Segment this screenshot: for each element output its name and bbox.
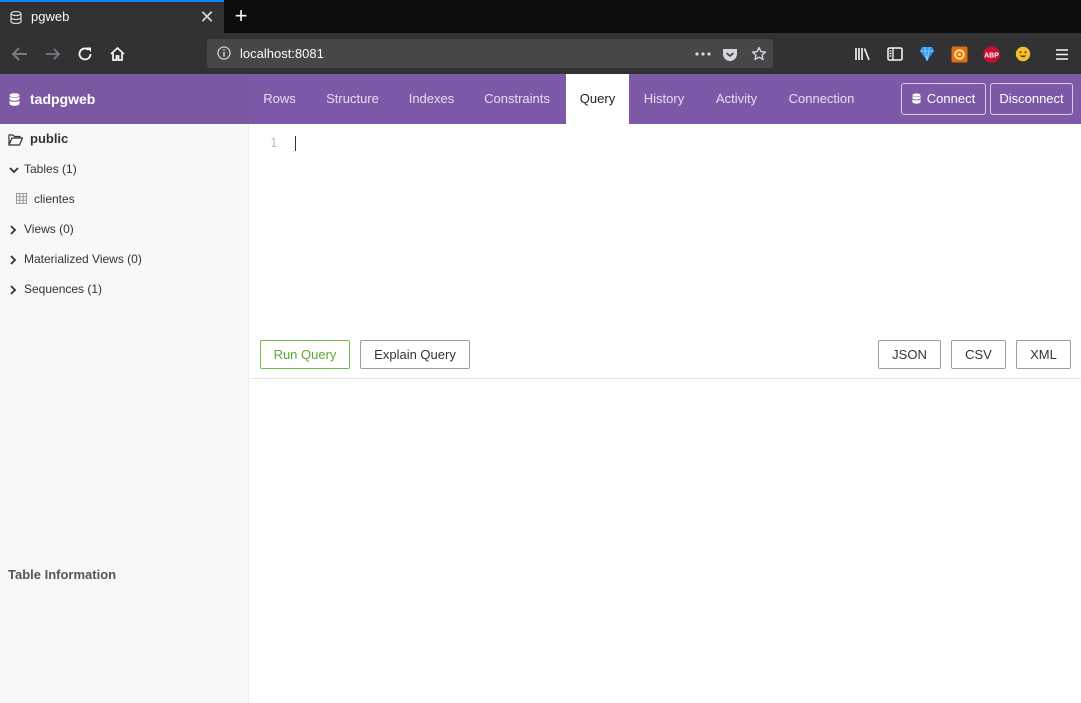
bookmark-star-icon[interactable]	[750, 45, 768, 63]
tab-structure[interactable]: Structure	[310, 74, 395, 124]
extension-diamond-icon[interactable]	[913, 40, 941, 68]
database-favicon-icon	[10, 11, 22, 24]
sidebar: public Tables (1) clientes Views (0) Mat…	[0, 124, 249, 703]
browser-tab-title: pgweb	[31, 9, 70, 24]
back-icon[interactable]	[6, 40, 34, 68]
database-icon	[912, 93, 921, 104]
adblock-label: ABP	[984, 52, 999, 59]
extension-emoji-icon[interactable]	[1009, 40, 1037, 68]
connect-label: Connect	[926, 91, 976, 106]
menu-icon[interactable]	[1048, 40, 1076, 68]
sequences-group-label: Sequences (1)	[24, 282, 103, 296]
more-icon[interactable]	[694, 45, 712, 63]
new-tab-icon[interactable]: +	[230, 5, 252, 27]
tables-group-label: Tables (1)	[24, 162, 77, 176]
table-item-clientes[interactable]: clientes	[0, 191, 249, 211]
sql-editor[interactable]: 1	[250, 124, 1081, 328]
export-xml-button[interactable]: XML	[1016, 340, 1071, 369]
tab-query[interactable]: Query	[566, 74, 629, 124]
results-panel	[250, 380, 1081, 703]
line-number: 1	[270, 136, 278, 150]
run-query-button[interactable]: Run Query	[260, 340, 350, 369]
table-information-title: Table Information	[8, 567, 117, 582]
home-icon[interactable]	[103, 40, 131, 68]
app-header: tadpgweb Rows Structure Indexes Constrai…	[0, 74, 1081, 124]
query-actions: Run Query Explain Query JSON CSV XML	[250, 328, 1081, 379]
explain-query-button[interactable]: Explain Query	[360, 340, 470, 369]
materialized-views-group[interactable]: Materialized Views (0)	[0, 251, 249, 271]
schema-name: public	[30, 131, 69, 146]
url-bar[interactable]: localhost:8081	[207, 39, 773, 68]
tab-history[interactable]: History	[629, 74, 699, 124]
export-csv-button[interactable]: CSV	[951, 340, 1006, 369]
views-group[interactable]: Views (0)	[0, 221, 249, 241]
connect-button[interactable]: Connect	[901, 83, 986, 115]
close-tab-icon[interactable]: ✕	[198, 8, 216, 26]
sequences-group[interactable]: Sequences (1)	[0, 281, 249, 301]
chevron-right-icon	[10, 285, 17, 295]
table-icon	[16, 193, 27, 204]
tab-activity[interactable]: Activity	[699, 74, 774, 124]
chevron-right-icon	[10, 225, 17, 235]
tab-rows[interactable]: Rows	[249, 74, 310, 124]
reload-icon[interactable]	[71, 40, 99, 68]
site-info-icon[interactable]	[217, 46, 231, 60]
browser-navbar: localhost:8081 ABP	[0, 33, 1081, 74]
chevron-right-icon	[10, 255, 17, 265]
brand-name: tadpgweb	[30, 91, 96, 107]
tab-connection[interactable]: Connection	[774, 74, 869, 124]
disconnect-button[interactable]: Disconnect	[990, 83, 1073, 115]
export-json-button[interactable]: JSON	[878, 340, 941, 369]
materialized-views-group-label: Materialized Views (0)	[24, 252, 142, 266]
pocket-icon[interactable]	[721, 45, 739, 63]
forward-icon[interactable]	[39, 40, 67, 68]
library-icon[interactable]	[849, 40, 877, 68]
database-icon	[9, 93, 20, 106]
url-text: localhost:8081	[240, 46, 324, 61]
tab-indexes[interactable]: Indexes	[395, 74, 468, 124]
folder-open-icon	[8, 134, 23, 146]
adblock-icon[interactable]: ABP	[977, 40, 1005, 68]
browser-tab[interactable]: pgweb ✕	[0, 0, 224, 33]
views-group-label: Views (0)	[24, 222, 74, 236]
browser-tab-strip: pgweb ✕ +	[0, 0, 1081, 33]
text-cursor	[295, 136, 296, 151]
tab-constraints[interactable]: Constraints	[468, 74, 566, 124]
extension-gear-icon[interactable]	[945, 40, 973, 68]
sidebar-icon[interactable]	[881, 40, 909, 68]
chevron-down-icon	[9, 167, 19, 174]
brand: tadpgweb	[0, 74, 249, 124]
tables-group[interactable]: Tables (1)	[0, 161, 249, 181]
table-item-label: clientes	[34, 192, 75, 206]
